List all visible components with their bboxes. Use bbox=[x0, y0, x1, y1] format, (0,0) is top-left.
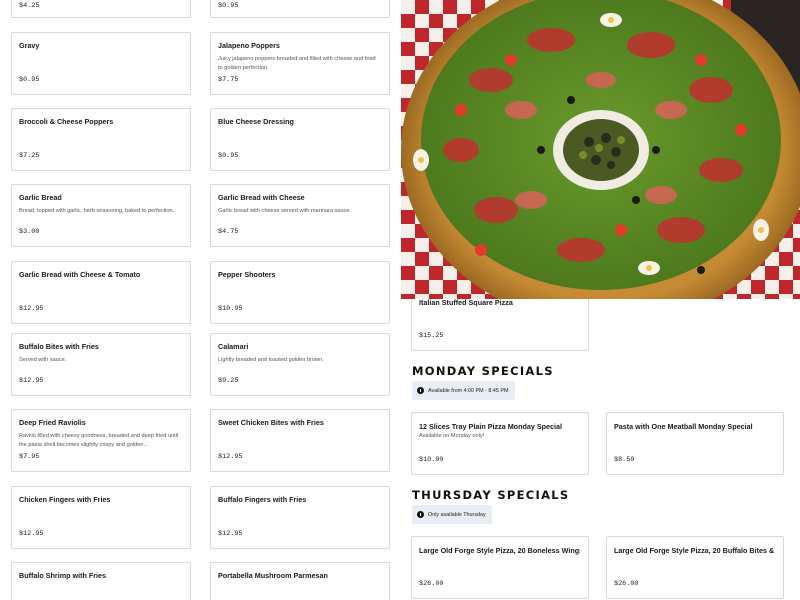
item-description: Garlic bread with cheese served with mar… bbox=[218, 208, 352, 214]
item-name: Large Old Forge Style Pizza, 20 Buffalo … bbox=[614, 546, 775, 555]
section-title-thursday: THURSDAY SPECIALS bbox=[412, 488, 570, 502]
item-price: $10.95 bbox=[218, 305, 243, 313]
item-name: Pepper Shooters bbox=[218, 270, 276, 279]
item-description: Served with sauce. bbox=[19, 357, 67, 363]
menu-item-card[interactable]: Sweet Chicken Bites with Fries $12.95 bbox=[210, 409, 390, 472]
availability-badge: Available from 4:00 PM - 8:45 PM bbox=[412, 381, 515, 400]
item-name: Calamari bbox=[218, 342, 249, 351]
item-price: $0.95 bbox=[218, 2, 239, 10]
item-name: Portabella Mushroom Parmesan bbox=[218, 571, 328, 580]
item-name: Sweet Chicken Bites with Fries bbox=[218, 418, 324, 427]
menu-item-card[interactable]: Buffalo Bites with Fries Served with sau… bbox=[11, 333, 191, 396]
menu-item-card[interactable]: Calamari Lightly breaded and toasted gol… bbox=[210, 333, 390, 396]
item-price: $10.00 bbox=[419, 456, 444, 464]
item-description: Juicy jalapeno poppers breaded and fille… bbox=[218, 56, 376, 72]
menu-item-card[interactable]: Garlic Bread with Cheese Garlic bread wi… bbox=[210, 184, 390, 247]
section-title-monday: MONDAY SPECIALS bbox=[412, 364, 554, 378]
menu-item-card[interactable]: Gravy $0.95 bbox=[11, 32, 191, 95]
item-name: Broccoli & Cheese Poppers bbox=[19, 117, 114, 126]
item-price: $7.95 bbox=[19, 453, 40, 461]
item-description: Lightly breaded and toasted golden brown… bbox=[218, 357, 324, 363]
item-description: Bread, topped with garlic, herb seasonin… bbox=[19, 208, 175, 214]
item-price: $26.00 bbox=[614, 580, 639, 588]
availability-text: Only available Thursday bbox=[428, 511, 486, 518]
menu-item-card[interactable]: Garlic Bread with Cheese & Tomato $12.95 bbox=[11, 261, 191, 324]
menu-item-card[interactable]: Large Old Forge Style Pizza, 20 Buffalo … bbox=[606, 536, 784, 599]
item-name: Garlic Bread bbox=[19, 193, 62, 202]
item-price: $12.95 bbox=[218, 530, 243, 538]
menu-item-card[interactable]: Broccoli & Cheese Poppers $7.25 bbox=[11, 108, 191, 171]
item-name: 12 Slices Tray Plain Pizza Monday Specia… bbox=[419, 422, 563, 431]
item-price: $0.95 bbox=[19, 76, 40, 84]
item-price: $9.25 bbox=[218, 377, 239, 385]
menu-item-card[interactable]: Buffalo Fingers with Fries $12.95 bbox=[210, 486, 390, 549]
availability-badge: Only available Thursday bbox=[412, 505, 492, 524]
menu-item-card[interactable]: Portabella Mushroom Parmesan bbox=[210, 562, 390, 600]
menu-item-card[interactable]: $4.25 bbox=[11, 0, 191, 18]
menu-item-card[interactable]: Jalapeno Poppers Juicy jalapeno poppers … bbox=[210, 32, 390, 95]
item-price: $15.25 bbox=[419, 332, 444, 340]
item-price: $12.95 bbox=[19, 530, 44, 538]
item-name: Blue Cheese Dressing bbox=[218, 117, 294, 126]
availability-text: Available from 4:00 PM - 8:45 PM bbox=[428, 387, 509, 394]
item-price: $0.95 bbox=[218, 152, 239, 160]
item-price: $26.00 bbox=[419, 580, 444, 588]
item-name: Garlic Bread with Cheese & Tomato bbox=[19, 270, 141, 279]
item-name: Large Old Forge Style Pizza, 20 Boneless… bbox=[419, 546, 580, 555]
menu-item-card[interactable]: Pepper Shooters $10.95 bbox=[210, 261, 390, 324]
item-name: Jalapeno Poppers bbox=[218, 41, 280, 50]
item-description: Available on Monday only! bbox=[419, 433, 485, 439]
item-price: $7.75 bbox=[218, 76, 239, 84]
menu-item-card[interactable]: Pasta with One Meatball Monday Special $… bbox=[606, 412, 784, 475]
item-price: $3.00 bbox=[19, 228, 40, 236]
menu-item-card[interactable]: Chicken Fingers with Fries $12.95 bbox=[11, 486, 191, 549]
item-name: Buffalo Shrimp with Fries bbox=[19, 571, 107, 580]
menu-item-card[interactable]: $0.95 bbox=[210, 0, 390, 18]
menu-item-card[interactable]: 12 Slices Tray Plain Pizza Monday Specia… bbox=[411, 412, 589, 475]
menu-item-card[interactable]: Garlic Bread Bread, topped with garlic, … bbox=[11, 184, 191, 247]
item-name: Buffalo Fingers with Fries bbox=[218, 495, 307, 504]
item-name: Deep Fried Raviolis bbox=[19, 418, 86, 427]
item-price: $4.25 bbox=[19, 2, 40, 10]
item-price: $7.25 bbox=[19, 152, 40, 160]
clock-icon bbox=[417, 511, 424, 518]
item-name: Garlic Bread with Cheese bbox=[218, 193, 305, 202]
menu-item-card[interactable]: Blue Cheese Dressing $0.95 bbox=[210, 108, 390, 171]
item-name: Buffalo Bites with Fries bbox=[19, 342, 99, 351]
item-price: $12.95 bbox=[19, 377, 44, 385]
item-price: $12.95 bbox=[19, 305, 44, 313]
item-price: $4.75 bbox=[218, 228, 239, 236]
item-name: Gravy bbox=[19, 41, 40, 50]
menu-item-card[interactable]: Large Old Forge Style Pizza, 20 Boneless… bbox=[411, 536, 589, 599]
item-name: Pasta with One Meatball Monday Special bbox=[614, 422, 753, 431]
menu-item-card[interactable]: Buffalo Shrimp with Fries bbox=[11, 562, 191, 600]
item-price: $12.95 bbox=[218, 453, 243, 461]
menu-item-card[interactable]: Deep Fried Raviolis Ravioli filled with … bbox=[11, 409, 191, 472]
item-name: Italian Stuffed Square Pizza bbox=[419, 298, 513, 307]
item-name: Chicken Fingers with Fries bbox=[19, 495, 111, 504]
food-photo bbox=[401, 0, 800, 299]
clock-icon bbox=[417, 387, 424, 394]
item-description: Ravioli filled with cheesy goodness, bre… bbox=[19, 433, 179, 449]
item-price: $8.50 bbox=[614, 456, 635, 464]
